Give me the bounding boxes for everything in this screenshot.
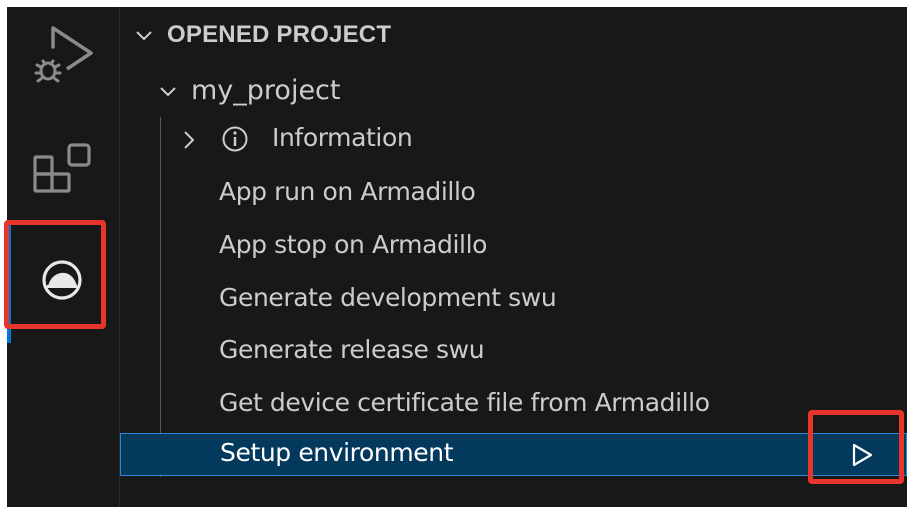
tree-item-label: App run on Armadillo xyxy=(219,177,476,206)
info-icon xyxy=(222,126,248,152)
tree-item-label: Generate development swu xyxy=(219,283,557,312)
highlight-box-armadillo-icon xyxy=(4,220,106,329)
project-name: my_project xyxy=(191,75,341,106)
tree-item-generate-development-swu[interactable]: Generate development swu xyxy=(120,278,907,321)
chevron-down-icon xyxy=(136,31,152,41)
vscode-window: OPENED PROJECT my_project Information Ap… xyxy=(7,7,907,507)
tree-item-label: Information xyxy=(272,123,413,152)
tree-item-label: Setup environment xyxy=(220,438,454,467)
tree-item-information[interactable]: Information xyxy=(120,118,907,161)
tree-item-label: App stop on Armadillo xyxy=(219,230,488,259)
run-debug-icon xyxy=(34,26,93,83)
tree-item-get-device-certificate[interactable]: Get device certificate file from Armadil… xyxy=(120,383,907,426)
highlight-box-run-button xyxy=(808,410,904,484)
tree-item-label: Get device certificate file from Armadil… xyxy=(219,388,710,417)
chevron-down-icon xyxy=(160,87,176,97)
extensions-icon xyxy=(33,143,91,193)
project-tree-item[interactable]: my_project xyxy=(120,69,907,111)
tree-item-label: Generate release swu xyxy=(219,335,485,364)
extensions-button[interactable] xyxy=(7,119,119,209)
sidebar-panel: OPENED PROJECT my_project Information Ap… xyxy=(120,7,907,507)
tree-item-app-stop[interactable]: App stop on Armadillo xyxy=(120,225,907,268)
run-debug-button[interactable] xyxy=(7,7,119,97)
tree-item-app-run[interactable]: App run on Armadillo xyxy=(120,172,907,215)
tree-item-setup-environment[interactable]: Setup environment xyxy=(120,433,907,476)
opened-project-section-header[interactable]: OPENED PROJECT xyxy=(120,19,907,55)
section-title: OPENED PROJECT xyxy=(167,21,392,48)
tree-item-generate-release-swu[interactable]: Generate release swu xyxy=(120,330,907,373)
chevron-right-icon xyxy=(184,131,195,149)
